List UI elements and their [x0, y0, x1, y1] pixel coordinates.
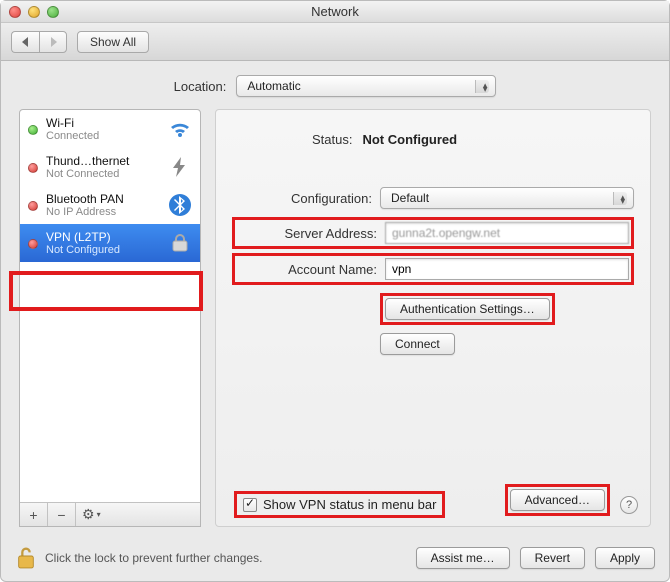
service-name: VPN (L2TP) [46, 230, 160, 244]
status-dot-icon [28, 201, 38, 211]
back-button[interactable] [11, 31, 39, 53]
minimize-icon[interactable] [28, 6, 40, 18]
status-row: Status: Not Configured [232, 132, 634, 147]
configuration-row: Configuration: Default ▴▾ [232, 187, 634, 209]
account-name-input[interactable] [385, 258, 629, 280]
service-sub: Not Configured [46, 244, 160, 256]
assist-me-button[interactable]: Assist me… [416, 547, 510, 569]
window-title: Network [1, 4, 669, 19]
sidebar-item-bluetooth[interactable]: Bluetooth PAN No IP Address [20, 186, 200, 224]
service-sub: Not Connected [46, 168, 160, 180]
status-label: Status: [312, 132, 352, 147]
forward-button[interactable] [39, 31, 67, 53]
lock-text: Click the lock to prevent further change… [45, 551, 408, 565]
show-all-button[interactable]: Show All [77, 31, 149, 53]
service-name: Bluetooth PAN [46, 192, 160, 206]
detail-panel: Status: Not Configured Configuration: De… [215, 109, 651, 527]
status-dot-icon [28, 239, 38, 249]
sidebar-item-wifi[interactable]: Wi-Fi Connected [20, 110, 200, 148]
vpn-lock-icon [168, 231, 192, 255]
status-dot-icon [28, 163, 38, 173]
connect-row: Connect [232, 333, 634, 355]
highlight-account-name: Account Name: [232, 253, 634, 285]
window-traffic-lights [9, 6, 59, 18]
show-status-label: Show VPN status in menu bar [263, 497, 436, 512]
sidebar-item-vpn[interactable]: VPN (L2TP) Not Configured [20, 224, 200, 262]
thunderbolt-icon [168, 155, 192, 179]
location-label: Location: [174, 79, 227, 94]
service-name: Thund…thernet [46, 154, 160, 168]
service-sidebar: Wi-Fi Connected Thund…thernet Not Connec… [19, 109, 201, 527]
remove-service-button[interactable]: − [48, 503, 76, 526]
configuration-label: Configuration: [232, 191, 372, 206]
apply-button[interactable]: Apply [595, 547, 655, 569]
revert-button[interactable]: Revert [520, 547, 585, 569]
toolbar: Show All [1, 23, 669, 61]
account-name-label: Account Name: [237, 262, 377, 277]
sidebar-item-thunderbolt[interactable]: Thund…thernet Not Connected [20, 148, 200, 186]
location-value: Automatic [247, 79, 300, 93]
preferences-window: Network Show All Location: Automatic ▴▾ [0, 0, 670, 582]
add-service-button[interactable]: + [20, 503, 48, 526]
authentication-settings-button[interactable]: Authentication Settings… [385, 298, 550, 320]
footer-buttons: Assist me… Revert Apply [416, 547, 655, 569]
help-button[interactable]: ? [620, 496, 638, 514]
service-sub: No IP Address [46, 206, 160, 218]
connect-button[interactable]: Connect [380, 333, 455, 355]
gear-icon: ⚙︎ [82, 506, 95, 523]
bottom-bar: Click the lock to prevent further change… [15, 545, 655, 571]
status-dot-icon [28, 125, 38, 135]
nav-segment [11, 31, 67, 53]
service-sub: Connected [46, 130, 160, 142]
server-address-input[interactable] [385, 222, 629, 244]
highlight-show-status: Show VPN status in menu bar [234, 491, 445, 518]
highlight-server-address: Server Address: [232, 217, 634, 249]
help-icon: ? [626, 499, 632, 511]
advanced-button[interactable]: Advanced… [510, 489, 605, 511]
service-name: Wi-Fi [46, 116, 160, 130]
auth-row: Authentication Settings… [232, 293, 634, 325]
show-status-checkbox[interactable] [243, 498, 257, 512]
chevron-updown-icon: ▴▾ [620, 195, 625, 203]
titlebar: Network [1, 1, 669, 23]
configuration-popup[interactable]: Default ▴▾ [380, 187, 634, 209]
location-popup[interactable]: Automatic ▴▾ [236, 75, 496, 97]
content: Location: Automatic ▴▾ Wi-Fi Connected [1, 61, 669, 527]
status-value: Not Configured [362, 132, 457, 147]
server-address-label: Server Address: [237, 226, 377, 241]
configuration-value: Default [391, 191, 429, 205]
chevron-updown-icon: ▴▾ [483, 83, 488, 91]
lock-icon[interactable] [15, 545, 37, 571]
close-icon[interactable] [9, 6, 21, 18]
gear-menu-button[interactable]: ⚙︎ ▾ [76, 503, 200, 526]
chevron-down-icon: ▾ [97, 510, 101, 519]
service-list: Wi-Fi Connected Thund…thernet Not Connec… [20, 110, 200, 502]
highlight-advanced: Advanced… [505, 484, 610, 516]
bluetooth-icon [168, 193, 192, 217]
main-split: Wi-Fi Connected Thund…thernet Not Connec… [19, 109, 651, 527]
highlight-auth-settings: Authentication Settings… [380, 293, 555, 325]
zoom-icon[interactable] [47, 6, 59, 18]
wifi-icon [168, 117, 192, 141]
sidebar-tools: + − ⚙︎ ▾ [20, 502, 200, 526]
location-row: Location: Automatic ▴▾ [19, 75, 651, 97]
